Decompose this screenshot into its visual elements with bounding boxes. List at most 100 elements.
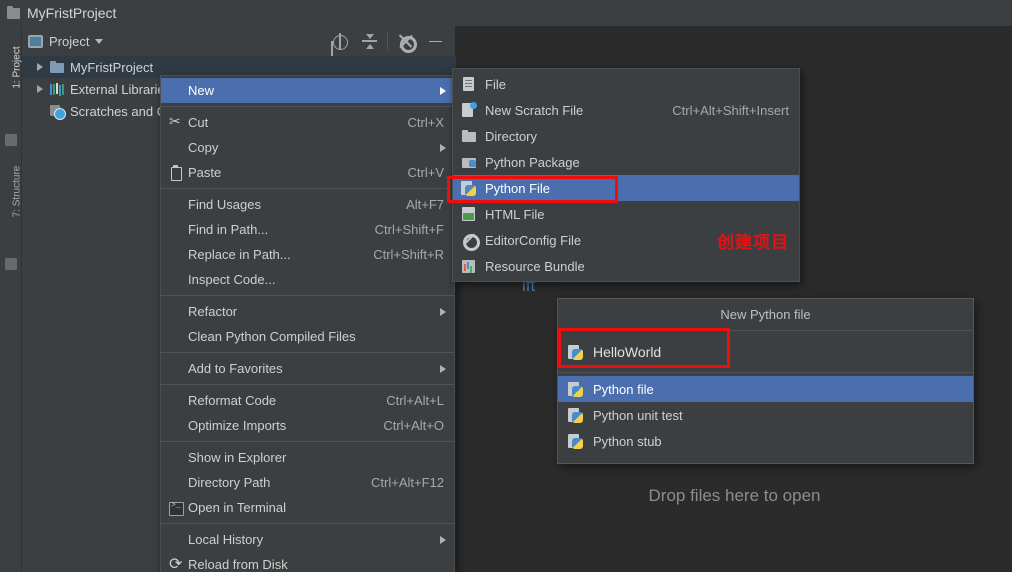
toolbar-divider [387,33,388,50]
menu-item-label: Optimize Imports [188,418,383,433]
menu-icon-placeholder [167,222,185,238]
menu-item-label: Replace in Path... [188,247,373,262]
reload-icon [167,557,185,572]
kind-option-python-file[interactable]: Python file [558,376,973,402]
menu-item-label: Clean Python Compiled Files [188,329,454,344]
resource-bundle-icon [460,258,478,274]
gear-icon[interactable] [397,33,414,50]
annotation-text-create-project: 创建项目 [717,228,789,253]
sidebar-tab-structure[interactable]: 7: Structure [12,162,23,222]
menu-item-shortcut: Ctrl+V [408,165,454,180]
kind-option-python-unit-test[interactable]: Python unit test [558,402,973,428]
submenu-item-python-file[interactable]: Python File [453,175,799,201]
menu-item-label: Add to Favorites [188,361,454,376]
terminal-icon [167,500,185,516]
menu-item-find-in-path[interactable]: Find in Path... Ctrl+Shift+F [161,217,454,242]
menu-separator [161,106,454,107]
chevron-right-icon [440,87,446,95]
menu-item-directory-path[interactable]: Directory Path Ctrl+Alt+F12 [161,470,454,495]
menu-icon-placeholder [167,393,185,409]
menu-item-shortcut: Ctrl+Alt+O [383,418,454,433]
clipboard-icon [167,165,185,181]
menu-item-local-history[interactable]: Local History [161,527,454,552]
menu-item-label: Directory Path [188,475,371,490]
menu-item-reformat-code[interactable]: Reformat Code Ctrl+Alt+L [161,388,454,413]
menu-item-open-in-terminal[interactable]: Open in Terminal [161,495,454,520]
submenu-item-label: Directory [485,129,799,144]
menu-icon-placeholder [167,272,185,288]
submenu-item-label: Resource Bundle [485,259,799,274]
menu-icon-placeholder [167,329,185,345]
menu-item-refactor[interactable]: Refactor [161,299,454,324]
tree-item-label: MyFristProject [70,60,153,75]
html-file-icon [460,206,478,222]
kind-option-python-stub[interactable]: Python stub [558,428,973,454]
menu-item-add-to-favorites[interactable]: Add to Favorites [161,356,454,381]
project-view-icon [28,35,43,48]
menu-item-label: Copy [188,140,454,155]
menu-item-find-usages[interactable]: Find Usages Alt+F7 [161,192,454,217]
submenu-item-label: File [485,77,799,92]
python-file-icon [567,381,585,397]
menu-item-reload-from-disk[interactable]: Reload from Disk [161,552,454,572]
menu-item-shortcut: Ctrl+X [408,115,454,130]
favorites-icon[interactable] [5,134,17,146]
chevron-right-icon [440,144,446,152]
menu-item-copy[interactable]: Copy [161,135,454,160]
submenu-item-html-file[interactable]: HTML File [453,201,799,227]
menu-item-label: Local History [188,532,454,547]
locate-icon[interactable] [331,33,348,50]
file-name-input[interactable]: HelloWorld [558,331,973,373]
pycharm-window: MyFristProject 1: Project 7: Structure P… [0,0,1012,572]
menu-icon-placeholder [167,304,185,320]
submenu-item-label: HTML File [485,207,799,222]
menu-item-shortcut: Ctrl+Shift+F [375,222,454,237]
sidebar-tab-project[interactable]: 1: Project [12,38,23,98]
chevron-down-icon[interactable] [95,39,103,44]
hide-icon[interactable] [427,33,444,50]
submenu-item-file[interactable]: File [453,71,799,97]
menu-item-inspect-code[interactable]: Inspect Code... [161,267,454,292]
menu-item-show-in-explorer[interactable]: Show in Explorer [161,445,454,470]
menu-item-shortcut: Ctrl+Shift+R [373,247,454,262]
menu-item-label: New [188,83,454,98]
scratches-icon [49,103,65,119]
dialog-title: New Python file [558,299,973,331]
menu-item-label: Reformat Code [188,393,386,408]
menu-item-label: Inspect Code... [188,272,454,287]
submenu-item-new-scratch-file[interactable]: New Scratch File Ctrl+Alt+Shift+Insert [453,97,799,123]
menu-item-cut[interactable]: Cut Ctrl+X [161,110,454,135]
menu-item-label: Cut [188,115,408,130]
menu-icon-placeholder [167,247,185,263]
python-file-icon [567,407,585,423]
menu-icon-placeholder [167,532,185,548]
project-view-label[interactable]: Project [49,34,89,49]
python-file-icon [567,344,585,360]
menu-item-optimize-imports[interactable]: Optimize Imports Ctrl+Alt+O [161,413,454,438]
menu-icon-placeholder [167,140,185,156]
file-icon [460,76,478,92]
chevron-right-icon [440,365,446,373]
menu-icon-placeholder [167,475,185,491]
expand-arrow-icon[interactable] [34,61,46,73]
left-tool-strip[interactable]: 1: Project 7: Structure [0,26,22,572]
file-kind-list: Python file Python unit test Python stub [558,373,973,454]
submenu-item-resource-bundle[interactable]: Resource Bundle [453,253,799,279]
menu-item-paste[interactable]: Paste Ctrl+V [161,160,454,185]
submenu-item-directory[interactable]: Directory [453,123,799,149]
menu-separator [161,384,454,385]
expand-arrow-icon[interactable] [34,83,46,95]
structure-icon[interactable] [5,258,17,270]
menu-item-clean-python-compiled-files[interactable]: Clean Python Compiled Files [161,324,454,349]
folder-icon [49,59,65,75]
menu-item-replace-in-path[interactable]: Replace in Path... Ctrl+Shift+R [161,242,454,267]
menu-item-new[interactable]: New [161,78,454,103]
collapse-all-icon[interactable] [361,33,378,50]
project-tool-actions [331,33,450,50]
menu-item-label: Show in Explorer [188,450,454,465]
submenu-item-python-package[interactable]: Python Package [453,149,799,175]
scissors-icon [167,115,185,131]
submenu-item-label: Python Package [485,155,799,170]
new-python-file-dialog[interactable]: New Python file HelloWorld Python file P… [557,298,974,464]
context-menu[interactable]: New Cut Ctrl+X Copy Paste Ctrl+V Find Us… [160,75,455,572]
